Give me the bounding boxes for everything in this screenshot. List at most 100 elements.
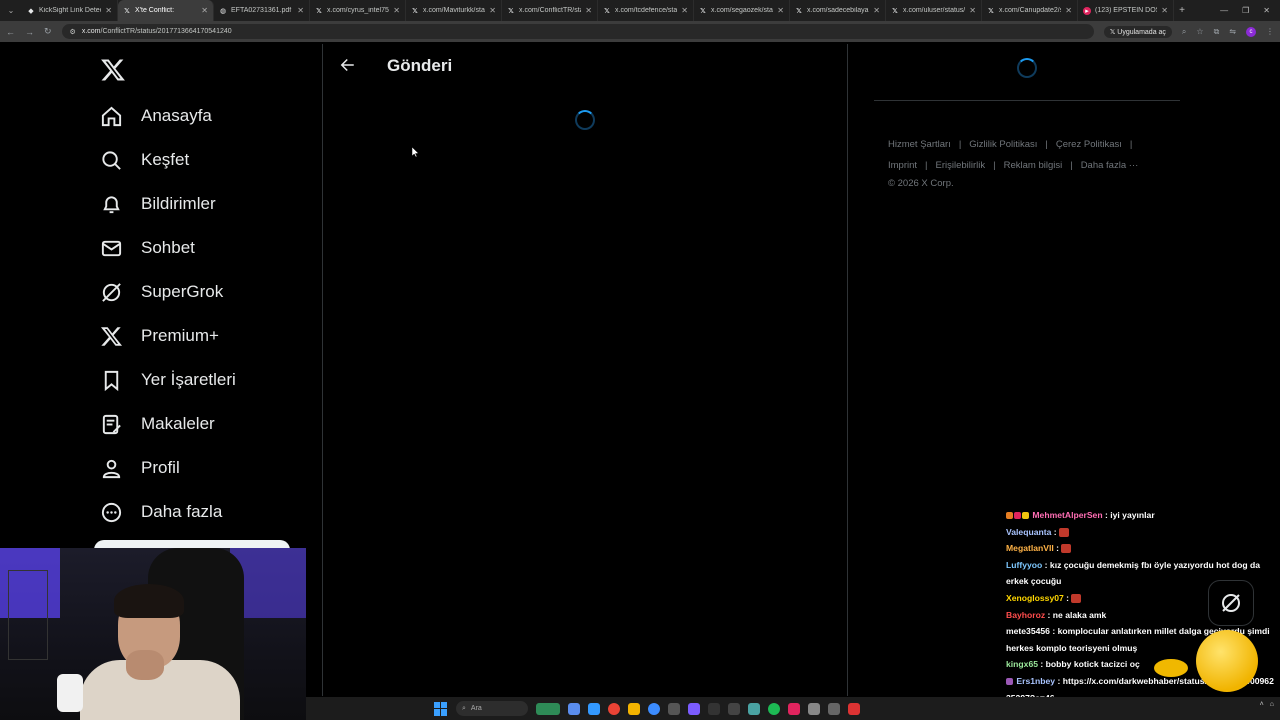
chrome-icon[interactable]: [608, 702, 620, 715]
x-logo-icon[interactable]: [100, 57, 126, 83]
taskbar-search[interactable]: ⌕ Ara: [456, 701, 528, 716]
browser-tab[interactable]: ▸ (123) EPSTEIN DOSY ✕: [1078, 0, 1174, 21]
nav-item-bildirimler[interactable]: Bildirimler: [100, 189, 216, 219]
close-tab-icon[interactable]: ✕: [585, 6, 592, 15]
more-circle-icon: [101, 502, 122, 522]
close-tab-icon[interactable]: ✕: [777, 6, 784, 15]
tab-title: x.com/tcdefence/stat: [615, 7, 678, 14]
nav-item-sohbet[interactable]: Sohbet: [100, 233, 195, 263]
footer-link[interactable]: Imprint: [888, 160, 917, 171]
app-settings-icon[interactable]: [808, 702, 820, 715]
file-explorer-icon[interactable]: [628, 702, 640, 715]
browser-tab[interactable]: 𝕏x.com/Canupdate2/s ✕: [982, 0, 1078, 21]
browser-menu-icon[interactable]: ⋮: [1266, 27, 1274, 36]
close-tab-icon[interactable]: ✕: [489, 6, 496, 15]
app-terminal-icon[interactable]: [708, 702, 720, 715]
footer-link[interactable]: Daha fazla ···: [1081, 160, 1139, 171]
profile-switch-icon[interactable]: ⇋: [1229, 27, 1236, 36]
app-record-icon[interactable]: [848, 702, 860, 715]
browser-tab[interactable]: 𝕏x.com/segaozek/stat ✕: [694, 0, 790, 21]
profile-avatar[interactable]: c: [1246, 26, 1256, 37]
site-info-icon[interactable]: ⚙: [70, 28, 76, 36]
grok-button[interactable]: [1208, 580, 1254, 626]
close-tab-icon[interactable]: ✕: [297, 6, 304, 15]
sidebar-loading-spinner: [1017, 58, 1037, 78]
close-tab-icon[interactable]: ✕: [969, 6, 976, 15]
browser-tab[interactable]: 𝕏 X'te Conflict: ✕: [118, 0, 214, 21]
close-tab-icon[interactable]: ✕: [681, 6, 688, 15]
browser-toolbar: ← → ↻ ⚙ x.com/ConflictTR/status/20177136…: [0, 21, 1280, 42]
browser-tab[interactable]: 𝕏x.com/sadecebilaya ✕: [790, 0, 886, 21]
close-tab-icon[interactable]: ✕: [1161, 6, 1168, 15]
nav-item-makaleler[interactable]: Makaleler: [100, 409, 215, 439]
nav-item-keşfet[interactable]: Keşfet: [100, 145, 189, 175]
browser-tab[interactable]: 𝕏x.com/tcdefence/stat ✕: [598, 0, 694, 21]
close-window-icon[interactable]: ✕: [1263, 6, 1270, 15]
app-c-icon[interactable]: [648, 702, 660, 715]
browser-tab[interactable]: 𝕏x.com/uluser/status/✕: [886, 0, 982, 21]
nav-item-yer-i̇şaretleri[interactable]: Yer İşaretleri: [100, 365, 236, 395]
browser-tab[interactable]: 𝕏x.com/cyrus_intel75/s ✕: [310, 0, 406, 21]
extensions-icon[interactable]: ⧉: [1214, 27, 1220, 37]
chat-username[interactable]: Xenoglossy07: [1006, 593, 1064, 603]
discord-icon[interactable]: [688, 702, 700, 715]
browser-tab[interactable]: ◆ KickSight Link Detector ✕: [22, 0, 118, 21]
footer-link[interactable]: Hizmet Şartları: [888, 139, 951, 150]
back-arrow-icon[interactable]: [338, 56, 356, 74]
footer-link[interactable]: Gizlilik Politikası: [969, 139, 1037, 150]
close-tab-icon[interactable]: ✕: [105, 6, 112, 15]
nav-item-premium-[interactable]: Premium+: [100, 321, 219, 351]
chat-username[interactable]: Valequanta: [1006, 527, 1051, 537]
chat-emote-icon: [1059, 527, 1070, 537]
chat-username[interactable]: mete35456: [1006, 626, 1050, 636]
restore-icon[interactable]: ❐: [1242, 6, 1249, 15]
url-host: x.com: [81, 28, 101, 35]
nav-item-anasayfa[interactable]: Anasayfa: [100, 101, 212, 131]
spotify-icon[interactable]: [768, 702, 780, 715]
browser-tab[interactable]: 𝕏x.com/ConflictTR/stat ✕: [502, 0, 598, 21]
chat-username[interactable]: MegatlanVII: [1006, 543, 1054, 553]
copilot-icon[interactable]: [588, 702, 600, 715]
close-tab-icon[interactable]: ✕: [873, 6, 880, 15]
chat-username[interactable]: MehmetAlperSen: [1032, 510, 1102, 520]
app-generic-icon[interactable]: [728, 702, 740, 715]
forward-icon[interactable]: →: [25, 27, 34, 37]
new-tab-button[interactable]: +: [1174, 5, 1190, 16]
app-monitor-icon[interactable]: [828, 702, 840, 715]
footer-link[interactable]: Reklam bilgisi: [1004, 160, 1063, 171]
open-in-app-button[interactable]: 𝕏 Uygulamada aç: [1103, 25, 1172, 38]
chat-username[interactable]: kingx65: [1006, 659, 1038, 669]
footer-link[interactable]: Çerez Politikası: [1056, 139, 1122, 150]
home-icon: [101, 106, 122, 126]
minimize-icon[interactable]: —: [1220, 6, 1228, 15]
chat-username[interactable]: Ers1nbey: [1016, 676, 1055, 686]
chat-username[interactable]: Luffyyoo: [1006, 560, 1042, 570]
webcam-streamer-hair: [114, 584, 184, 618]
close-tab-icon[interactable]: ✕: [393, 6, 400, 15]
nav-item-daha-fazla[interactable]: Daha fazla: [100, 497, 222, 527]
close-tab-icon[interactable]: ✕: [201, 6, 208, 15]
widget-icon[interactable]: [536, 702, 560, 715]
tab-search-chevron-icon[interactable]: ⌄: [0, 0, 22, 21]
zoom-icon[interactable]: ⌕: [1182, 27, 1186, 37]
browser-tab[interactable]: 𝕏x.com/Maviturkk/stat ✕: [406, 0, 502, 21]
task-view-icon[interactable]: [568, 702, 580, 715]
nav-item-profil[interactable]: Profil: [100, 453, 180, 483]
address-bar[interactable]: ⚙ x.com/ConflictTR/status/20177136641705…: [61, 24, 1094, 39]
tray-chevron-icon[interactable]: ˄: [1260, 701, 1264, 708]
app-chat-icon[interactable]: [748, 702, 760, 715]
browser-tab[interactable]: ◍ EFTA02731361.pdf ✕: [214, 0, 310, 21]
network-icon[interactable]: ⌂: [1270, 701, 1274, 708]
reload-icon[interactable]: ↻: [44, 26, 52, 37]
windows-start-icon[interactable]: [434, 701, 448, 716]
app-grid-icon[interactable]: [668, 702, 680, 715]
nav-item-supergrok[interactable]: SuperGrok: [100, 277, 223, 307]
close-tab-icon[interactable]: ✕: [1065, 6, 1072, 15]
tab-title: x.com/Maviturkk/stat: [423, 7, 486, 14]
app-red-icon[interactable]: [788, 702, 800, 715]
bookmark-star-icon[interactable]: ☆: [1196, 27, 1203, 36]
footer-link[interactable]: Erişilebilirlik: [936, 160, 986, 171]
back-icon[interactable]: ←: [6, 27, 15, 37]
chat-badge-icon: [1006, 678, 1013, 686]
chat-username[interactable]: Bayhoroz: [1006, 610, 1045, 620]
